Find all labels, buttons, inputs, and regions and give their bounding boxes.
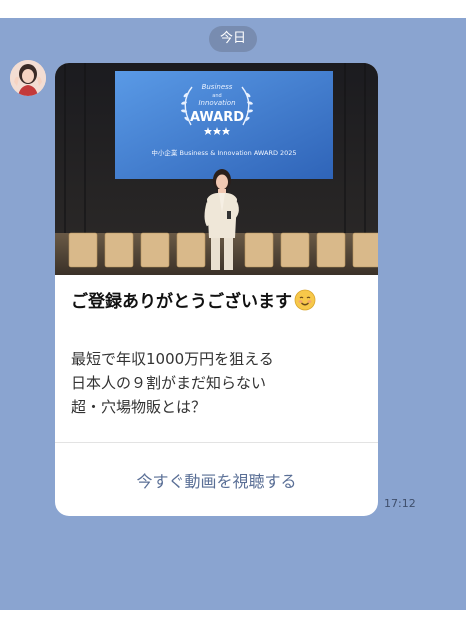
award-stage-photo: Business and Innovation AWARD 中小企業 Busin… [55,63,378,275]
avatar[interactable] [10,60,46,96]
watch-video-button[interactable]: 今すぐ動画を視聴する [55,443,378,516]
message-title-text: ご登録ありがとうございます [71,292,292,312]
relieved-smiling-face-icon [294,289,316,311]
message-body-line-3: 超・穴場物販とは？ [71,398,207,416]
award-script-line-3: Innovation [198,99,235,107]
date-separator: 今日 [209,26,257,52]
message-body: 最短で年収1000万円を狙える 日本人の９割がまだ知らない 超・穴場物販とは？ [71,347,371,419]
message-card[interactable]: Business and Innovation AWARD 中小企業 Busin… [55,63,378,516]
message-title: ご登録ありがとうございます [71,289,371,315]
award-title: AWARD [190,110,244,125]
message-body-line-2: 日本人の９割がまだ知らない [71,374,267,392]
award-subtitle: 中小企業 Business & Innovation AWARD 2025 [151,148,296,157]
award-script-line-1: Business [202,83,233,91]
message-body-line-1: 最短で年収1000万円を狙える [71,350,274,368]
message-timestamp: 17:12 [384,497,416,510]
